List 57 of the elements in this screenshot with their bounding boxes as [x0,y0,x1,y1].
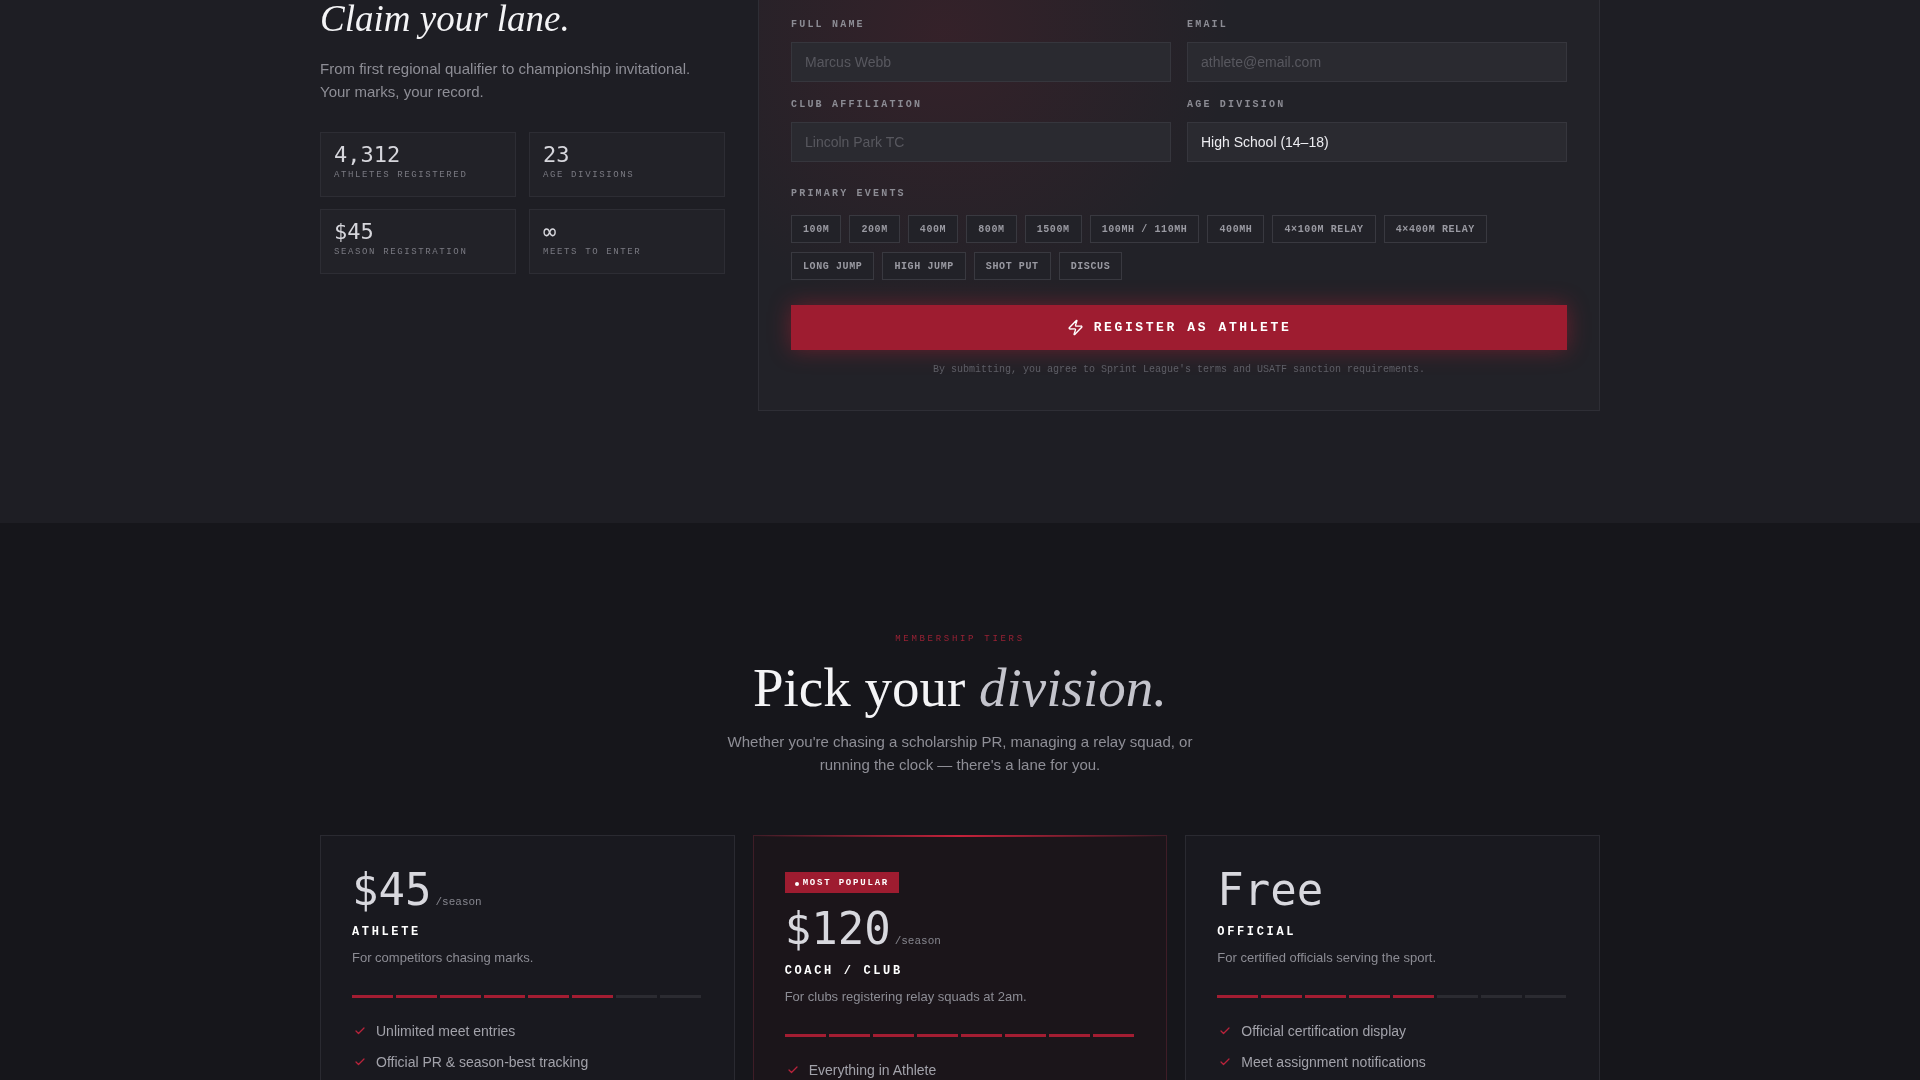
field-label: CLUB AFFILIATION [791,99,923,111]
event-chip[interactable]: DISCUS [1058,252,1123,280]
event-chip[interactable]: 800M [966,215,1017,243]
event-chip[interactable]: 4×100M RELAY [1272,215,1376,243]
tier-name: ATHLETE [352,924,421,940]
feature-text: Official PR & season-best tracking [376,1053,589,1072]
section-heading: Pick your division. [753,656,1167,720]
check-icon [786,1064,799,1076]
event-chip[interactable]: SHOT PUT [973,252,1051,280]
event-chip[interactable]: 200M [849,215,900,243]
check-icon [1219,1025,1232,1037]
stat-label: MEETS TO ENTER [543,246,642,258]
feature-text: Unlimited meet entries [376,1022,516,1041]
stat-label: ATHLETES REGISTERED [334,169,468,181]
event-chip[interactable]: 400M [907,215,959,243]
register-button[interactable]: REGISTER AS ATHLETE [791,305,1567,350]
check-icon [354,1056,366,1068]
lightning-icon [1066,319,1084,336]
stat-value: 4,312 [334,141,401,169]
stat-label: SEASON REGISTRATION [334,246,468,258]
stat-label: AGE DIVISIONS [543,169,635,181]
field-label: AGE DIVISION [1187,99,1286,111]
stat-value: 23 [543,141,570,169]
event-chip[interactable]: 100M [791,215,842,243]
event-chip[interactable]: 1500M [1024,215,1082,243]
field-label: FULL NAME [791,19,865,31]
event-chip[interactable]: 4×400M RELAY [1383,215,1487,243]
stat-value: $45 [334,218,374,246]
price-period: /season [894,934,941,949]
price-period: /season [435,895,482,910]
event-chip[interactable]: 400MH [1207,215,1265,243]
feature-text: Meet assignment notifications [1241,1053,1426,1072]
select-field[interactable]: High School (14–18) [1187,122,1567,162]
event-chip[interactable]: HIGH JUMP [882,252,966,280]
badge-label: MOST POPULAR [802,876,890,889]
section-subtitle: Whether you're chasing a scholarship PR, managing a relay squad, or running the clock — there's a lane for you. [726,732,1194,775]
tier-description: For competitors chasing marks. [352,949,534,967]
tier-description: For clubs registering relay squads at 2am. [784,988,1027,1006]
check-icon [1219,1056,1232,1068]
price: Free [1217,864,1324,916]
feature-text: Official certification display [1241,1022,1407,1041]
tier-description: For certified officials serving the sport. [1217,949,1436,967]
event-chip[interactable]: LONG JUMP [791,252,875,280]
tier-name: OFFICIAL [1217,924,1297,940]
feature-text: Everything in Athlete [808,1061,937,1080]
section-eyebrow: MEMBERSHIP TIERS [895,633,1025,645]
hero-heading: Claim your lane. [320,0,570,37]
price: $45 [352,864,432,916]
field-label: PRIMARY EVENTS [791,188,906,200]
terms-text: By submitting, you agree to Sprint League's terms and USATF sanction requirements. [932,363,1426,376]
field-label: EMAIL [1187,19,1228,31]
price: $120 [784,903,891,955]
hero-description: From first regional qualifier to championship invitational. Your marks, your record. [320,59,692,102]
check-icon [354,1025,366,1037]
stat-value: ∞ [543,218,557,246]
event-chip[interactable]: 100MH / 110MH [1089,215,1200,243]
tier-name: COACH / CLUB [784,963,903,979]
